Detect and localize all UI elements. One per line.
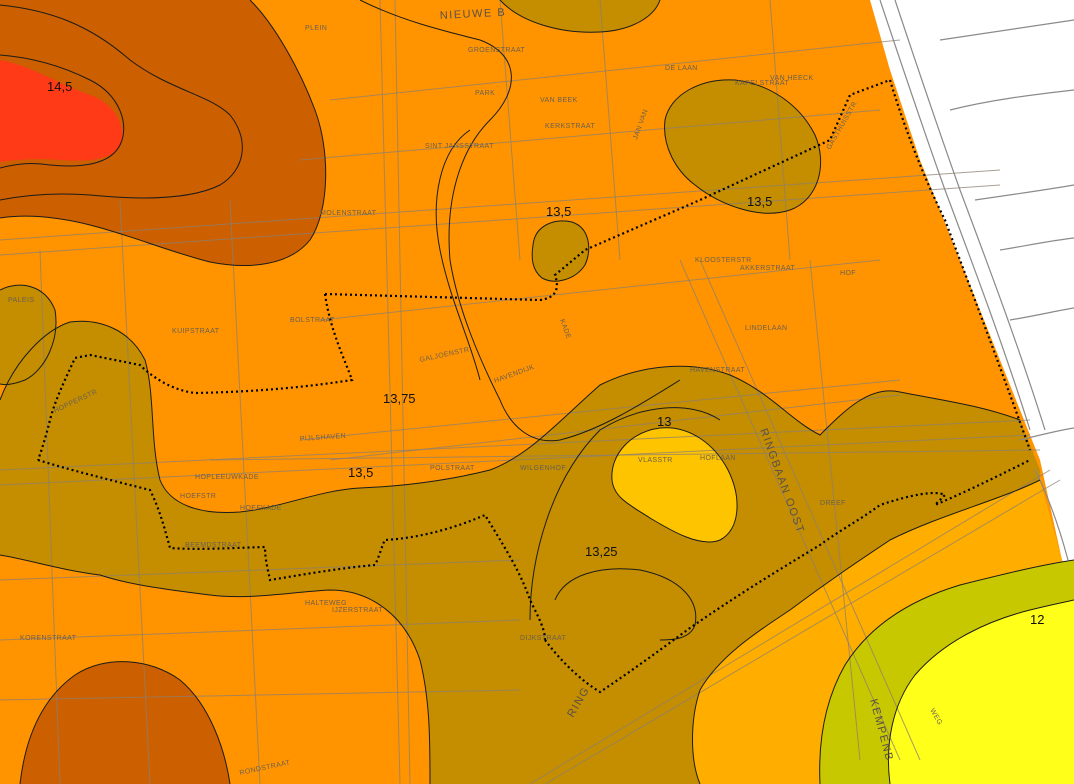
contour-label-13-75: 13,75 xyxy=(383,391,416,406)
contour-label-13: 13 xyxy=(657,414,671,429)
street-label-kloosterstr: KLOOSTERSTR xyxy=(695,257,752,264)
street-label-park: PARK xyxy=(475,90,495,97)
street-label-akkerstraat: AKKERSTRAAT xyxy=(740,265,796,272)
street-label-dreef: DREEF xyxy=(820,500,846,507)
street-label-ijzerstraat: IJZERSTRAAT xyxy=(332,607,383,614)
street-label-hoflaan: HOFLAAN xyxy=(700,455,736,462)
street-label-halteweg: HALTEWEG xyxy=(305,600,347,607)
street-label-hopleeuwkade: HOPLEEUWKADE xyxy=(195,474,259,481)
contour-label-13-5-top: 13,5 xyxy=(546,204,571,219)
street-label-hoefkade: HOEFKADE xyxy=(240,505,282,512)
street-label-havenstraat: HAVENSTRAAT xyxy=(690,367,745,374)
street-label-korenstraat: KORENSTRAAT xyxy=(20,635,77,642)
street-label-lindelaan: LINDELAAN xyxy=(745,325,788,332)
street-label-van-beek: VAN BEEK xyxy=(540,97,578,104)
street-label-wilgenhof: WILGENHOF xyxy=(520,465,566,472)
street-label-polstraat: POLSTRAAT xyxy=(430,465,475,472)
street-label-plein: PLEIN xyxy=(305,25,327,32)
contour-label-12: 12 xyxy=(1030,612,1044,627)
street-label-de-laan: DE LAAN xyxy=(665,65,698,72)
street-label-van-heeck: VAN HEECK xyxy=(770,75,814,82)
contour-label-13-5-mid: 13,5 xyxy=(348,465,373,480)
street-label-dijkstraat: DIJKSTRAAT xyxy=(520,635,567,642)
street-label-kuipstraat: KUIPSTRAAT xyxy=(172,328,220,335)
noise-contour-map[interactable]: NIEUWE B RINGBAAN OOST RING KEMPENB PIJL… xyxy=(0,0,1074,784)
street-label-sintjansstraat: SINT JANSSTRAAT xyxy=(425,143,494,150)
contour-label-14-5: 14,5 xyxy=(47,79,72,94)
street-label-vlasstr: VLASSTR xyxy=(638,457,673,464)
street-label-beemdstraat: BEEMDSTRAAT xyxy=(185,542,242,549)
street-label-paleis: PALEIS xyxy=(8,297,34,304)
street-label-molenstraat: MOLENSTRAAT xyxy=(320,210,377,217)
street-label-bolstraat: BOLSTRAAT xyxy=(290,317,335,324)
street-label-groenstraat: GROENSTRAAT xyxy=(468,47,525,54)
contour-label-13-25: 13,25 xyxy=(585,544,618,559)
street-label-kerkstraat: KERKSTRAAT xyxy=(545,123,595,130)
contour-label-13-5-right: 13,5 xyxy=(747,194,772,209)
street-label-hoefstr: HOEFSTR xyxy=(180,493,216,500)
street-label-hof: HOF xyxy=(840,270,856,277)
